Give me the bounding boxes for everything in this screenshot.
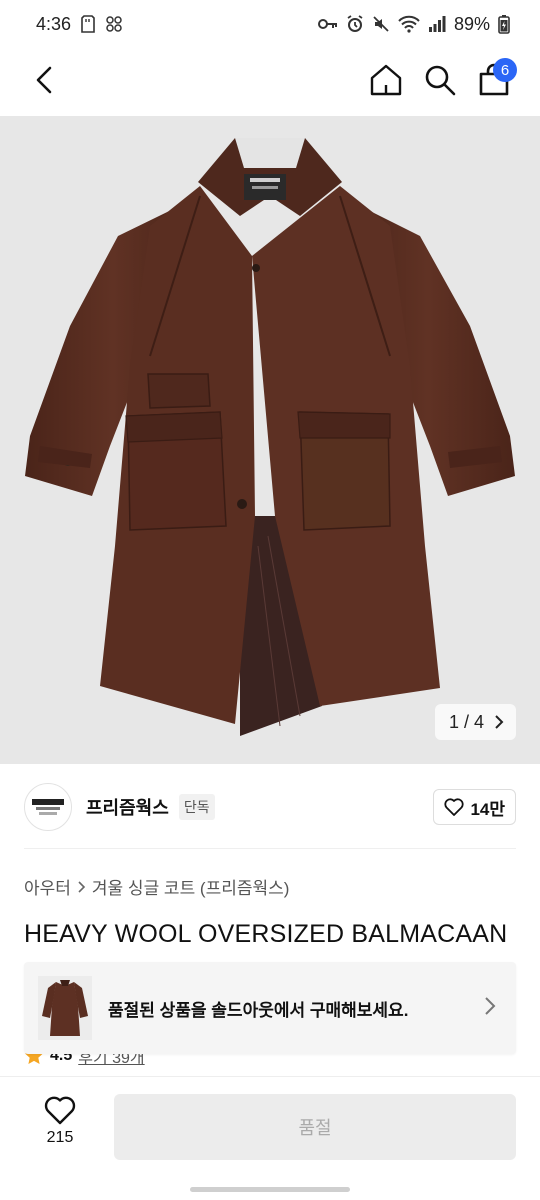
chevron-right-icon — [495, 715, 504, 729]
search-button[interactable] — [418, 58, 462, 102]
cart-count-badge: 6 — [493, 58, 517, 82]
divider — [24, 848, 516, 849]
banner-thumbnail — [38, 976, 92, 1040]
product-image-carousel[interactable]: 1 / 4 — [0, 116, 540, 764]
image-counter-text: 1 / 4 — [448, 711, 484, 732]
breadcrumb-category[interactable]: 아우터 — [24, 874, 71, 899]
soldout-buy-button[interactable]: 품절 — [114, 1094, 516, 1160]
signal-icon — [428, 15, 446, 33]
chevron-right-icon — [485, 997, 496, 1015]
home-button[interactable] — [364, 58, 408, 102]
banner-text: 품절된 상품을 솔드아웃에서 구매해보세요. — [108, 1000, 409, 1020]
wishlist-button[interactable]: 215 — [30, 1095, 90, 1159]
heart-icon — [44, 1096, 76, 1125]
soldout-banner[interactable]: 품절된 상품을 솔드아웃에서 구매해보세요. — [24, 962, 516, 1054]
bottom-action-bar: 215 품절 — [0, 1076, 540, 1178]
breadcrumb-subcategory[interactable]: 겨울 싱글 코트 (프리즘웍스) — [92, 874, 290, 899]
brand-like-count: 14만 — [470, 799, 505, 819]
top-navigation — [0, 48, 540, 114]
alarm-icon — [346, 15, 364, 33]
image-counter[interactable]: 1 / 4 — [434, 704, 516, 740]
exclusive-badge: 단독 — [178, 794, 215, 820]
status-bar: 4:36 89% — [0, 0, 540, 48]
chevron-right-icon — [78, 880, 86, 893]
heart-icon — [444, 798, 465, 816]
search-icon — [425, 65, 456, 96]
home-indicator[interactable] — [190, 1187, 350, 1192]
brand-name[interactable]: 프리즘웍스 — [86, 794, 169, 820]
app-notification-icon — [105, 15, 123, 33]
wishlist-count: 215 — [46, 1129, 74, 1146]
chevron-left-icon — [36, 66, 52, 94]
mute-icon — [372, 15, 390, 33]
battery-charging-icon — [498, 14, 510, 34]
status-time: 4:36 — [36, 13, 72, 34]
sd-card-icon — [81, 15, 95, 33]
back-button[interactable] — [22, 58, 66, 102]
brand-row[interactable]: 프리즘웍스 단독 14만 — [24, 782, 516, 832]
home-icon — [370, 64, 402, 96]
brand-logo-mark — [32, 799, 64, 815]
brand-logo[interactable] — [24, 783, 72, 831]
product-photo — [0, 116, 540, 764]
key-icon — [317, 17, 338, 31]
brand-like-button[interactable]: 14만 — [433, 789, 516, 825]
breadcrumb: 아우터 겨울 싱글 코트 (프리즘웍스) — [24, 874, 289, 899]
wifi-icon — [398, 15, 420, 33]
battery-level: 89% — [453, 13, 490, 34]
